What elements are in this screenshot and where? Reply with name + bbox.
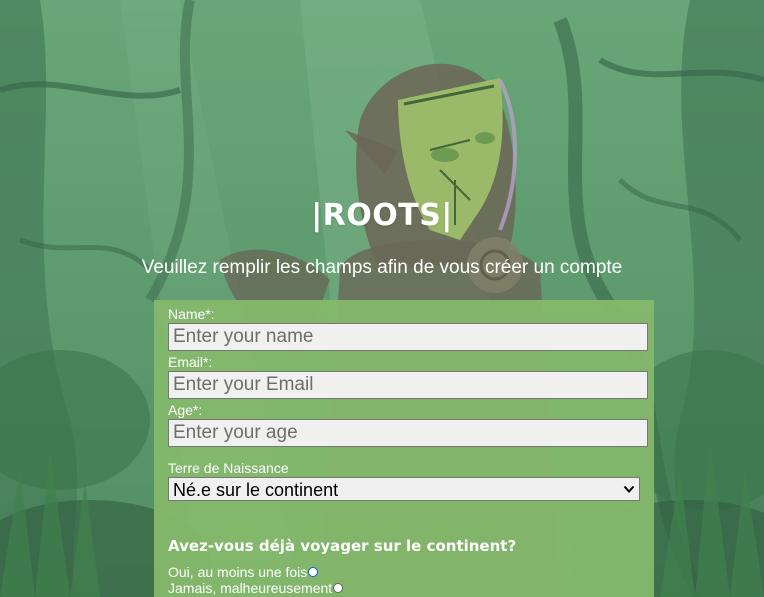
- chevron-down-icon: [623, 485, 635, 493]
- page-subtitle: Veuillez remplir les champs afin de vous…: [141, 257, 623, 278]
- signup-form: Name*: Email*: Age*: Terre de Naissance …: [154, 300, 654, 597]
- travel-option-never: Jamais, malheureusement: [168, 580, 648, 596]
- birthplace-group: Terre de Naissance Né.e sur le continent: [168, 460, 648, 501]
- name-input[interactable]: [168, 323, 648, 351]
- travel-option-yes-radio[interactable]: [308, 567, 319, 577]
- travel-option-never-radio[interactable]: [333, 583, 344, 593]
- age-label: Age*:: [168, 402, 203, 418]
- age-input[interactable]: [168, 419, 648, 447]
- name-label: Name*:: [168, 306, 215, 322]
- birthplace-label: Terre de Naissance: [168, 460, 289, 476]
- email-label: Email*:: [168, 354, 213, 370]
- travel-option-never-label: Jamais, malheureusement: [168, 580, 333, 596]
- travel-question: Avez-vous déjà voyager sur le continent?: [168, 537, 517, 555]
- page-title: |ROOTS|: [311, 198, 453, 233]
- birthplace-select[interactable]: Né.e sur le continent: [168, 477, 640, 501]
- birthplace-selected-value: Né.e sur le continent: [173, 480, 339, 500]
- travel-option-yes-label: Oui, au moins une fois: [168, 564, 308, 580]
- email-input[interactable]: [168, 371, 648, 399]
- travel-option-yes: Oui, au moins une fois: [168, 564, 648, 580]
